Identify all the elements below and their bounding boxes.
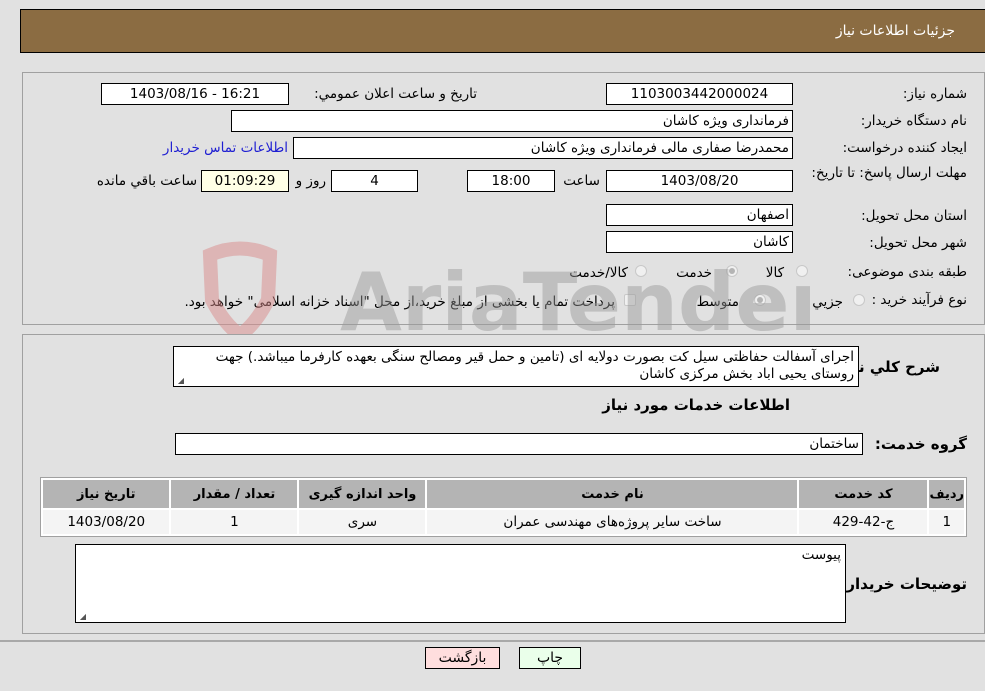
process-option-medium: متوسط bbox=[696, 294, 739, 310]
announce-datetime-label: تاریخ و ساعت اعلان عمومي: bbox=[314, 86, 477, 102]
need-number-label: شماره نیاز: bbox=[902, 86, 967, 102]
cell-service-name: ساخت سایر پروژه‌های مهندسی عمران bbox=[427, 510, 798, 534]
buyer-org-label: نام دستگاه خریدار: bbox=[860, 113, 967, 129]
days-remaining-field[interactable]: 4 bbox=[331, 170, 418, 192]
treasury-payment-note: پرداخت تمام یا بخشی از مبلغ خرید،از محل … bbox=[184, 294, 615, 310]
process-option-minor: جزيي bbox=[812, 294, 843, 310]
col-row-number: ردیف bbox=[929, 480, 964, 508]
deadline-date-field[interactable]: 1403/08/20 bbox=[606, 170, 793, 192]
process-label: نوع فرآیند خرید : bbox=[871, 292, 967, 308]
buyer-org-field[interactable]: فرمانداری ویژه کاشان bbox=[231, 110, 793, 132]
table-row: 1 ج-42-429 ساخت سایر پروژه‌های مهندسی عم… bbox=[43, 510, 964, 534]
deadline-time-field[interactable]: 18:00 bbox=[467, 170, 555, 192]
buyer-notes-textarea[interactable]: پیوست ◢ bbox=[75, 544, 846, 623]
col-service-name: نام خدمت bbox=[427, 480, 798, 508]
category-option-goods: کالا bbox=[765, 265, 784, 281]
col-need-date: تاریخ نیاز bbox=[43, 480, 170, 508]
services-section-title: اطلاعات خدمات مورد نیاز bbox=[602, 396, 790, 414]
services-table: ردیف کد خدمت نام خدمت واحد اندازه گیری ت… bbox=[40, 477, 967, 537]
city-label: شهر محل تحویل: bbox=[869, 235, 967, 251]
page-title: جزئیات اطلاعات نیاز bbox=[835, 23, 955, 39]
col-unit: واحد اندازه گیری bbox=[299, 480, 426, 508]
time-remaining-label: ساعت باقي مانده bbox=[96, 173, 197, 189]
col-service-code: کد خدمت bbox=[799, 480, 928, 508]
creator-field[interactable]: محمدرضا صفاری مالی فرمانداری ویژه کاشان bbox=[293, 137, 793, 159]
table-header-row: ردیف کد خدمت نام خدمت واحد اندازه گیری ت… bbox=[43, 480, 964, 508]
deadline-time-label: ساعت bbox=[563, 173, 600, 189]
category-option-service: خدمت bbox=[676, 265, 712, 281]
creator-label: ایجاد کننده درخواست: bbox=[842, 140, 967, 156]
cell-quantity: 1 bbox=[171, 510, 298, 534]
buyer-notes-text: پیوست bbox=[801, 547, 841, 563]
category-radio-service[interactable] bbox=[726, 265, 738, 277]
print-button[interactable]: چاپ bbox=[519, 647, 581, 669]
category-radio-goods[interactable] bbox=[796, 265, 808, 277]
province-label: استان محل تحویل: bbox=[861, 208, 967, 224]
cell-unit: سری bbox=[299, 510, 426, 534]
announce-datetime-field[interactable]: 1403/08/16 - 16:21 bbox=[101, 83, 289, 105]
category-radio-goods-service[interactable] bbox=[635, 265, 647, 277]
need-number-field[interactable]: 1103003442000024 bbox=[606, 83, 793, 105]
buyer-contact-link[interactable]: اطلاعات تماس خریدار bbox=[163, 140, 288, 156]
city-field[interactable]: کاشان bbox=[606, 231, 793, 253]
description-textarea[interactable]: اجرای آسفالت حفاظتی سیل کت بصورت دولایه … bbox=[173, 346, 859, 387]
back-button[interactable]: بازگشت bbox=[425, 647, 500, 669]
resize-grip-icon[interactable]: ◢ bbox=[78, 613, 86, 621]
page-header: جزئیات اطلاعات نیاز bbox=[20, 9, 985, 53]
service-group-field[interactable]: ساختمان bbox=[175, 433, 863, 455]
days-label: روز و bbox=[295, 173, 326, 189]
footer-divider bbox=[0, 640, 985, 642]
time-remaining-field[interactable]: 01:09:29 bbox=[201, 170, 289, 192]
province-field[interactable]: اصفهان bbox=[606, 204, 793, 226]
resize-grip-icon[interactable]: ◢ bbox=[176, 377, 184, 385]
deadline-label: مهلت ارسال پاسخ: تا تاریخ: bbox=[811, 165, 967, 181]
col-quantity: تعداد / مقدار bbox=[171, 480, 298, 508]
cell-need-date: 1403/08/20 bbox=[43, 510, 170, 534]
description-text: اجرای آسفالت حفاظتی سیل کت بصورت دولایه … bbox=[215, 349, 854, 382]
category-option-goods-service: کالا/خدمت bbox=[569, 265, 628, 281]
category-label: طبقه بندی موضوعی: bbox=[847, 264, 967, 280]
cell-service-code: ج-42-429 bbox=[799, 510, 928, 534]
process-radio-minor[interactable] bbox=[853, 294, 865, 306]
treasury-payment-checkbox[interactable] bbox=[624, 294, 636, 306]
cell-row-number: 1 bbox=[929, 510, 964, 534]
service-group-label: گروه خدمت: bbox=[874, 435, 967, 453]
process-radio-medium[interactable] bbox=[754, 294, 766, 306]
buyer-notes-label: توضیحات خریدار: bbox=[840, 575, 967, 593]
